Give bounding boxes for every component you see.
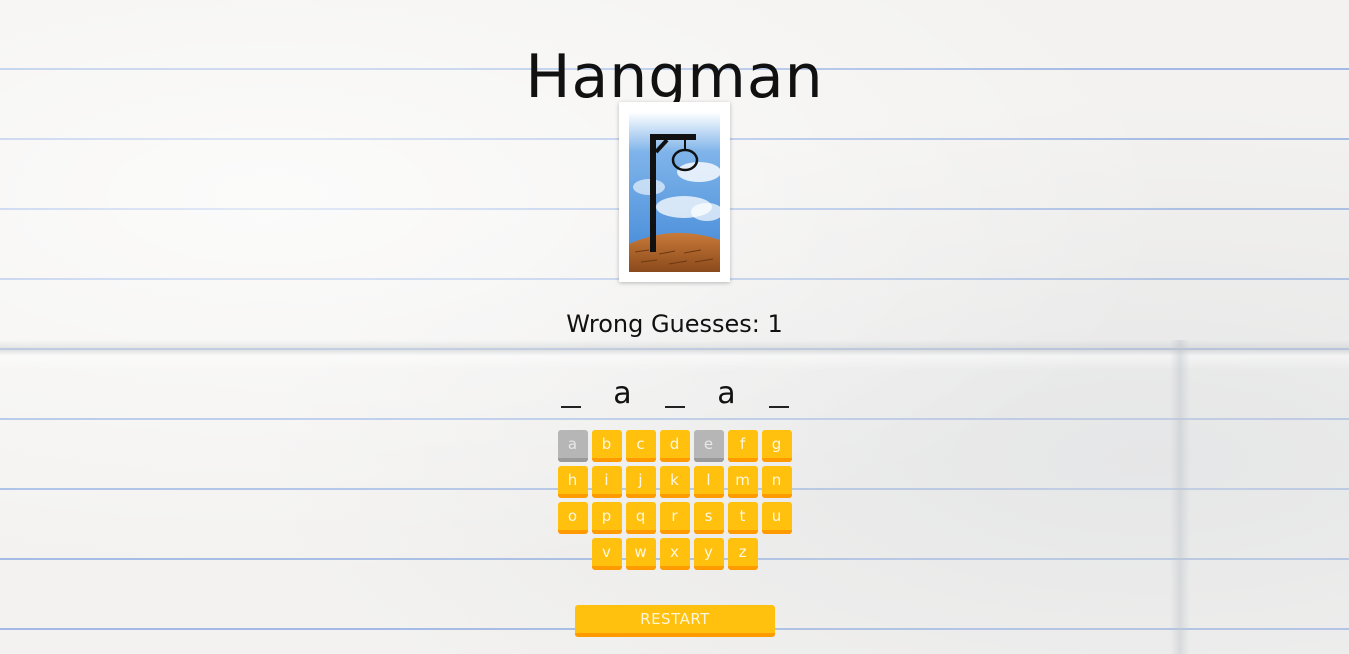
word-blank bbox=[545, 374, 597, 414]
key-k[interactable]: k bbox=[659, 466, 690, 498]
gallows-frame bbox=[619, 102, 730, 282]
keyboard-row: hijklmn bbox=[0, 466, 1349, 498]
key-g[interactable]: g bbox=[761, 430, 792, 462]
keyboard-row: vwxyz bbox=[0, 538, 1349, 570]
key-v[interactable]: v bbox=[591, 538, 622, 570]
key-s[interactable]: s bbox=[693, 502, 724, 534]
key-t[interactable]: t bbox=[727, 502, 758, 534]
gallows-icon bbox=[629, 112, 720, 272]
key-j[interactable]: j bbox=[625, 466, 656, 498]
keyboard-row: opqrstu bbox=[0, 502, 1349, 534]
key-i[interactable]: i bbox=[591, 466, 622, 498]
key-z[interactable]: z bbox=[727, 538, 758, 570]
wrong-guesses-counter: Wrong Guesses: 1 bbox=[566, 310, 783, 338]
key-r[interactable]: r bbox=[659, 502, 690, 534]
word-blank bbox=[649, 374, 701, 414]
word-display: aa bbox=[0, 374, 1349, 414]
key-f[interactable]: f bbox=[727, 430, 758, 462]
key-b[interactable]: b bbox=[591, 430, 622, 462]
key-c[interactable]: c bbox=[625, 430, 656, 462]
restart-button[interactable]: RESTART bbox=[575, 605, 775, 637]
key-a: a bbox=[557, 430, 588, 462]
keyboard-row: abcdefg bbox=[0, 430, 1349, 462]
key-y[interactable]: y bbox=[693, 538, 724, 570]
key-d[interactable]: d bbox=[659, 430, 690, 462]
letter-keyboard: abcdefg hijklmn opqrstu vwxyz bbox=[0, 430, 1349, 574]
key-h[interactable]: h bbox=[557, 466, 588, 498]
word-letter: a bbox=[613, 376, 632, 411]
key-p[interactable]: p bbox=[591, 502, 622, 534]
key-x[interactable]: x bbox=[659, 538, 690, 570]
key-m[interactable]: m bbox=[727, 466, 758, 498]
key-w[interactable]: w bbox=[625, 538, 656, 570]
word-blank bbox=[753, 374, 805, 414]
key-u[interactable]: u bbox=[761, 502, 792, 534]
key-n[interactable]: n bbox=[761, 466, 792, 498]
key-q[interactable]: q bbox=[625, 502, 656, 534]
key-l[interactable]: l bbox=[693, 466, 724, 498]
key-e: e bbox=[693, 430, 724, 462]
key-o[interactable]: o bbox=[557, 502, 588, 534]
word-letter: a bbox=[717, 376, 736, 411]
